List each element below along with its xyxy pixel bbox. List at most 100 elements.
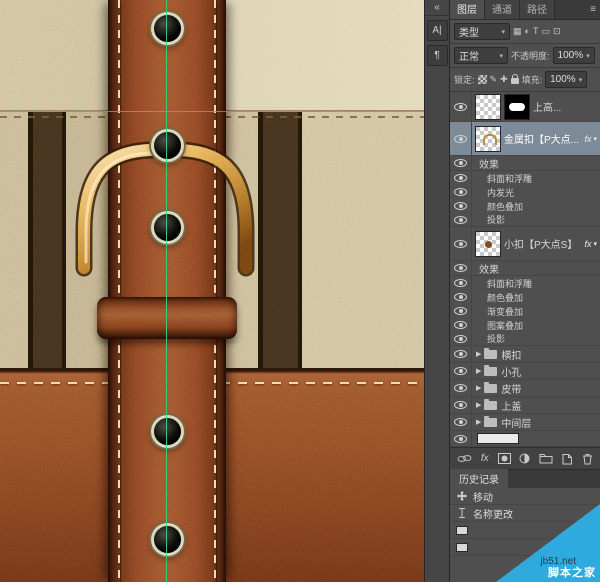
eye-icon bbox=[454, 264, 467, 272]
add-mask-icon[interactable] bbox=[498, 453, 511, 464]
visibility-toggle[interactable] bbox=[450, 363, 472, 379]
effect-row[interactable]: 投影 bbox=[450, 213, 600, 227]
effects-header-row[interactable]: 效果 bbox=[450, 261, 600, 276]
expand-triangle-icon[interactable]: ▶ bbox=[476, 350, 481, 358]
tab-history[interactable]: 历史记录 bbox=[450, 469, 508, 488]
effect-row[interactable]: 颜色叠加 bbox=[450, 199, 600, 213]
group-row[interactable]: ▶ 上盖 bbox=[450, 397, 600, 414]
layer-mask-thumbnail[interactable] bbox=[504, 94, 530, 120]
visibility-toggle[interactable] bbox=[450, 346, 472, 362]
group-row[interactable]: ▶ 小孔 bbox=[450, 363, 600, 380]
layer-style-badge[interactable]: fx ▾ bbox=[584, 134, 600, 144]
visibility-toggle[interactable] bbox=[450, 185, 472, 199]
new-group-icon[interactable] bbox=[539, 453, 553, 464]
effect-row[interactable]: 图案叠加 bbox=[450, 318, 600, 332]
group-name[interactable]: 横扣 bbox=[501, 347, 600, 362]
group-name[interactable]: 小孔 bbox=[501, 364, 600, 379]
effect-row[interactable]: 斜面和浮雕 bbox=[450, 276, 600, 290]
lock-row: 锁定: ✎ ✚ 填充: 100% ▾ bbox=[450, 68, 600, 92]
document-canvas[interactable] bbox=[0, 0, 424, 582]
lock-position-icon[interactable]: ✚ bbox=[500, 75, 508, 84]
history-step[interactable]: 移动 bbox=[450, 488, 600, 505]
layer-thumbnail[interactable] bbox=[475, 94, 501, 120]
character-panel-icon[interactable]: A| bbox=[427, 20, 448, 41]
effect-row[interactable]: 内发光 bbox=[450, 185, 600, 199]
visibility-toggle[interactable] bbox=[450, 199, 472, 213]
history-state-thumb bbox=[456, 543, 468, 552]
effects-header-row[interactable]: 效果 bbox=[450, 156, 600, 171]
expand-triangle-icon[interactable]: ▶ bbox=[476, 367, 481, 375]
layer-style-badge[interactable]: fx ▾ bbox=[584, 239, 600, 249]
eye-icon bbox=[454, 188, 467, 196]
tab-layers[interactable]: 图层 bbox=[450, 0, 485, 19]
group-row[interactable]: ▶ 皮带 bbox=[450, 380, 600, 397]
add-layer-style-icon[interactable]: fx bbox=[481, 453, 489, 464]
visibility-toggle[interactable] bbox=[450, 414, 472, 430]
layer-name[interactable]: 金属扣【P大点... bbox=[504, 131, 584, 146]
expand-triangle-icon[interactable]: ▶ bbox=[476, 418, 481, 426]
visibility-toggle[interactable] bbox=[450, 261, 472, 275]
layer-thumbnail[interactable] bbox=[475, 126, 501, 152]
fill-dropdown[interactable]: 100% ▾ bbox=[545, 71, 587, 88]
filter-type-icon[interactable]: T bbox=[533, 27, 539, 36]
visibility-toggle[interactable] bbox=[450, 304, 472, 318]
effect-row[interactable]: 颜色叠加 bbox=[450, 290, 600, 304]
layer-row[interactable]: 小扣【P大点S】 fx ▾ bbox=[450, 227, 600, 261]
effect-row[interactable]: 投影 bbox=[450, 332, 600, 346]
visibility-toggle[interactable] bbox=[450, 156, 472, 170]
new-layer-icon[interactable] bbox=[562, 453, 573, 465]
lock-all-icon[interactable] bbox=[511, 78, 519, 84]
layer-row-partial[interactable] bbox=[450, 431, 600, 447]
panel-menu-icon[interactable]: ≡ bbox=[590, 4, 596, 15]
tab-channels[interactable]: 通道 bbox=[485, 0, 520, 19]
guide-horizontal[interactable] bbox=[0, 111, 424, 112]
visibility-toggle[interactable] bbox=[450, 276, 472, 290]
filter-shape-icon[interactable]: ▭ bbox=[541, 27, 550, 36]
layer-row[interactable]: 上高... bbox=[450, 92, 600, 122]
layer-thumbnail[interactable] bbox=[475, 231, 501, 257]
expand-panels-icon[interactable]: « bbox=[425, 0, 449, 16]
lock-pixels-icon[interactable]: ✎ bbox=[490, 75, 498, 84]
adjustment-layer-icon[interactable] bbox=[519, 453, 530, 464]
layer-name[interactable]: 小扣【P大点S】 bbox=[504, 236, 584, 251]
group-name[interactable]: 上盖 bbox=[501, 398, 600, 413]
paragraph-panel-icon[interactable]: ¶ bbox=[427, 45, 448, 66]
effect-label: 渐变叠加 bbox=[487, 305, 600, 318]
visibility-toggle[interactable] bbox=[450, 431, 472, 446]
eye-icon bbox=[454, 279, 467, 287]
opacity-dropdown[interactable]: 100% ▾ bbox=[553, 47, 595, 64]
group-name[interactable]: 中间层 bbox=[501, 415, 600, 430]
layer-row-selected[interactable]: 金属扣【P大点... fx ▾ bbox=[450, 122, 600, 156]
expand-triangle-icon[interactable]: ▶ bbox=[476, 384, 481, 392]
effect-row[interactable]: 渐变叠加 bbox=[450, 304, 600, 318]
effect-row[interactable]: 斜面和浮雕 bbox=[450, 171, 600, 185]
visibility-toggle[interactable] bbox=[450, 227, 472, 260]
tab-paths[interactable]: 路径 bbox=[520, 0, 555, 19]
delete-layer-icon[interactable] bbox=[582, 453, 593, 465]
group-row[interactable]: ▶ 中间层 bbox=[450, 414, 600, 431]
visibility-toggle[interactable] bbox=[450, 397, 472, 413]
visibility-toggle[interactable] bbox=[450, 290, 472, 304]
layer-name[interactable]: 上高... bbox=[533, 99, 600, 114]
expand-triangle-icon[interactable]: ▶ bbox=[476, 401, 481, 409]
lock-transparency-icon[interactable] bbox=[478, 75, 487, 84]
guide-vertical[interactable] bbox=[166, 0, 167, 582]
visibility-toggle[interactable] bbox=[450, 122, 472, 155]
visibility-toggle[interactable] bbox=[450, 213, 472, 226]
filter-kind-dropdown[interactable]: 类型 ▾ bbox=[454, 23, 510, 40]
visibility-toggle[interactable] bbox=[450, 92, 472, 121]
group-row[interactable]: ▶ 横扣 bbox=[450, 346, 600, 363]
group-name[interactable]: 皮带 bbox=[501, 381, 600, 396]
link-layers-icon[interactable] bbox=[457, 453, 472, 464]
filter-adjustment-icon[interactable]: ◐ bbox=[525, 27, 530, 36]
visibility-toggle[interactable] bbox=[450, 171, 472, 185]
visibility-toggle[interactable] bbox=[450, 318, 472, 332]
filter-pixel-icon[interactable]: ▦ bbox=[513, 27, 522, 36]
visibility-toggle[interactable] bbox=[450, 332, 472, 345]
filter-smartobject-icon[interactable]: ⊡ bbox=[553, 27, 561, 36]
history-step[interactable]: 名称更改 bbox=[450, 505, 600, 522]
layer-thumbnail[interactable] bbox=[477, 433, 519, 444]
blend-mode-dropdown[interactable]: 正常 ▾ bbox=[454, 47, 508, 64]
visibility-toggle[interactable] bbox=[450, 380, 472, 396]
opacity-value: 100% bbox=[558, 50, 584, 61]
